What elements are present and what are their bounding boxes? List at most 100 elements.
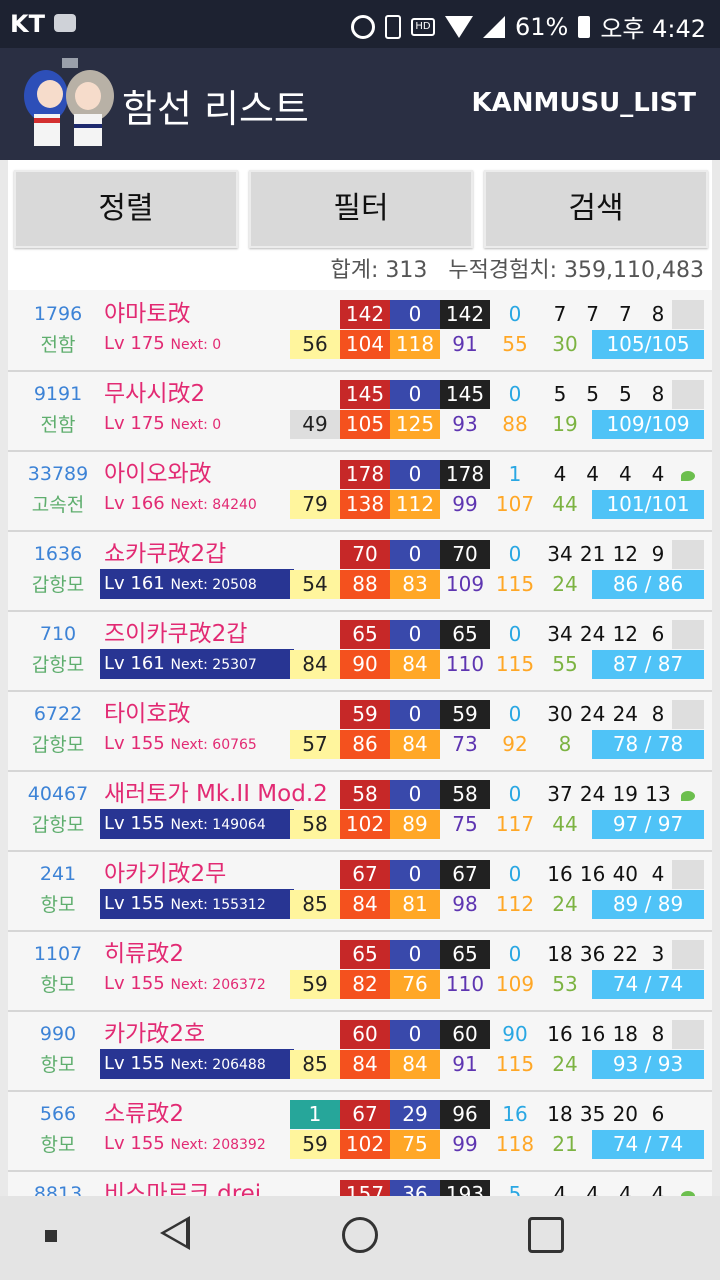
los-value: 0	[508, 862, 522, 886]
evasion-value: 84	[390, 1050, 440, 1079]
exp-total: 359,110,483	[564, 258, 704, 283]
ship-type: 항모	[40, 1054, 76, 1076]
ship-type: 항모	[40, 1134, 76, 1156]
ship-row[interactable]: 9191 전함 무사시改2 145 0 145 105 125 93 0 88 19 Lv 175 Ne…	[8, 372, 712, 452]
slot-count: 8	[651, 1022, 665, 1046]
hp-value: 97 / 97	[592, 810, 704, 839]
search-button[interactable]: 검색	[484, 170, 708, 248]
home-icon[interactable]	[342, 1217, 378, 1253]
slot-counts: 16 16 40 4	[544, 860, 674, 889]
main-content: 정렬 필터 검색 합계: 313 누적경험치: 359,110,483 1796…	[8, 160, 712, 1196]
ship-row[interactable]: 566 항모 소류改2 67 29 96 102 75 99 16 118 21 Lv 155 Next…	[8, 1092, 712, 1172]
carrier-icon	[54, 14, 76, 32]
evasion-value: 112	[390, 490, 440, 519]
recent-apps-icon[interactable]	[528, 1217, 564, 1253]
los-value: 0	[508, 782, 522, 806]
back-icon[interactable]	[160, 1216, 190, 1250]
hp-value: 78 / 78	[592, 730, 704, 759]
speed-value: 115	[495, 1052, 535, 1076]
evasion-value: 118	[390, 330, 440, 359]
speed-value: 55	[502, 332, 528, 356]
ship-row[interactable]: 6722 갑항모 타이호改 59 0 59 86 84 73 0 92 8 Lv 155 Next: 6…	[8, 692, 712, 772]
ship-row[interactable]: 33789 고속전 아이오와改 178 0 178 138 112 99 1 107 44 Lv 166…	[8, 452, 712, 532]
slot-count: 5	[618, 382, 632, 406]
luck-value: 58	[290, 810, 340, 839]
ship-level: Lv 175 Next: 0	[100, 409, 294, 439]
ship-type: 항모	[40, 974, 76, 996]
firepower-value: 58	[340, 780, 390, 809]
next-exp: Next: 155312	[170, 897, 266, 913]
torpedo-value: 0	[390, 860, 440, 889]
battery-icon	[578, 15, 591, 38]
next-exp: Next: 20508	[170, 577, 257, 593]
slot-count: 4	[553, 1182, 567, 1196]
ship-level: Lv 155 Next: 149064	[100, 809, 294, 839]
slot-count: 4	[651, 1182, 665, 1196]
slot-count: 37	[547, 782, 573, 806]
firepower-value: 59	[340, 700, 390, 729]
torpedo-value: 36	[390, 1180, 440, 1196]
level-value: Lv 155	[104, 973, 165, 994]
range-value: 30	[552, 332, 578, 356]
ex-slot-leaf-icon	[672, 780, 704, 809]
ex-slot-empty	[672, 940, 704, 969]
ship-id: 40467	[27, 783, 89, 805]
range-value: 44	[552, 812, 578, 836]
level-value: Lv 155	[104, 893, 165, 914]
ship-row[interactable]: 241 항모 아카기改2무 67 0 67 84 81 98 0 112 24 Lv 155 Next:…	[8, 852, 712, 932]
los-value: 0	[508, 382, 522, 406]
slot-count: 6	[651, 622, 665, 646]
hp-value: 109/109	[592, 410, 704, 439]
anti-air-value: 65	[440, 620, 490, 649]
armor-value: 102	[340, 810, 390, 839]
ex-slot-empty	[672, 700, 704, 729]
slot-count: 16	[547, 1022, 573, 1046]
evasion-value: 125	[390, 410, 440, 439]
level-value: Lv 155	[104, 1133, 165, 1154]
ship-row[interactable]: 1796 전함 야마토改 142 0 142 104 118 91 0 55 30 Lv 175 Nex…	[8, 292, 712, 372]
page-title: 함선 리스트	[122, 87, 309, 131]
filter-button[interactable]: 필터	[249, 170, 473, 248]
ship-type: 갑항모	[31, 654, 85, 676]
battery-percent: 61%	[514, 12, 569, 41]
ship-id: 1107	[33, 943, 83, 965]
next-exp: Next: 208392	[170, 1137, 266, 1153]
ship-type: 항모	[40, 894, 76, 916]
slot-count: 13	[645, 782, 671, 806]
ship-row[interactable]: 1107 항모 히류改2 65 0 65 82 76 110 0 109 53 Lv 155 Next:…	[8, 932, 712, 1012]
sort-button[interactable]: 정렬	[14, 170, 238, 248]
level-value: Lv 161	[104, 573, 165, 594]
anti-air-value: 70	[440, 540, 490, 569]
slot-count: 19	[612, 782, 639, 806]
next-exp: Next: 0	[170, 417, 222, 433]
evasion-value: 76	[390, 970, 440, 999]
speed-value: 115	[495, 652, 535, 676]
ship-row[interactable]: 990 항모 카가改2호 60 0 60 84 84 91 90 115 24 Lv 155 Next:…	[8, 1012, 712, 1092]
ship-level: Lv 155 Next: 60765	[100, 729, 294, 759]
mascot-logo	[8, 54, 128, 158]
ship-name: 새러토가 Mk.II Mod.2	[104, 781, 328, 807]
speed-value: 118	[495, 1132, 535, 1156]
vibrate-icon	[384, 14, 401, 39]
slot-count: 4	[586, 462, 600, 486]
slot-count: 7	[586, 302, 600, 326]
ship-name: 아카기改2무	[104, 861, 227, 887]
anti-air-value: 59	[440, 700, 490, 729]
hp-value: 86 / 86	[592, 570, 704, 599]
slot-counts: 16 16 18 8	[544, 1020, 674, 1049]
ship-row[interactable]: 710 갑항모 즈이카쿠改2갑 65 0 65 90 84 110 0 115 55 Lv 161 Ne…	[8, 612, 712, 692]
ship-row[interactable]: 8813 비스마르크 drei 157 36 193 5 4 4 4 4	[8, 1172, 712, 1196]
ex-slot-empty	[672, 860, 704, 889]
ship-id: 9191	[33, 383, 83, 405]
anti-air-value: 65	[440, 940, 490, 969]
level-value: Lv 155	[104, 1053, 165, 1074]
luck-value: 57	[290, 730, 340, 759]
firepower-value: 178	[340, 460, 390, 489]
ship-row[interactable]: 40467 갑항모 새러토가 Mk.II Mod.2 58 0 58 102 89 75 0 117…	[8, 772, 712, 852]
menu-dot-icon[interactable]	[45, 1230, 57, 1242]
ship-row[interactable]: 1636 갑항모 쇼카쿠改2갑 70 0 70 88 83 109 0 115 24 Lv 161 Ne…	[8, 532, 712, 612]
luck-value: 59	[290, 970, 340, 999]
slot-count: 12	[612, 542, 639, 566]
slot-count: 5	[553, 382, 567, 406]
next-exp: Next: 84240	[170, 497, 257, 513]
